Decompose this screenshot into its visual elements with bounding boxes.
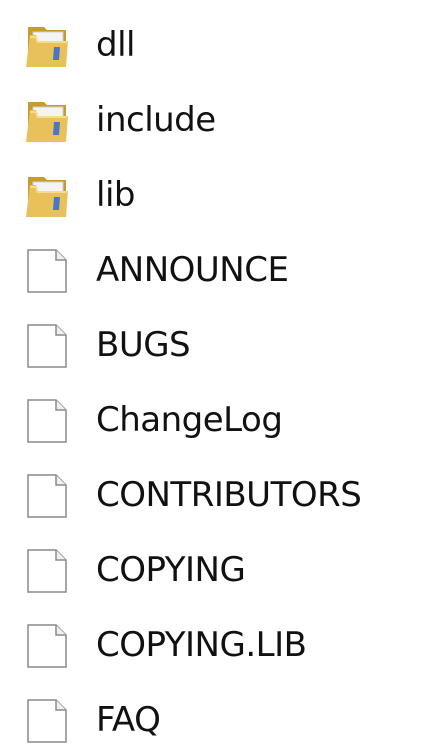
file-icon — [22, 615, 72, 675]
item-name: ChangeLog — [96, 400, 283, 440]
item-name: BUGS — [96, 325, 191, 365]
file-list: dll include lib ANNOUNCE BUGS ChangeLog … — [0, 0, 429, 755]
item-name: lib — [96, 175, 135, 215]
folder-icon — [22, 90, 72, 150]
item-name: COPYING — [96, 550, 246, 590]
folder-icon — [22, 15, 72, 75]
list-item-copying-lib[interactable]: COPYING.LIB — [0, 615, 429, 675]
list-item-lib[interactable]: lib — [0, 165, 429, 225]
list-item-include[interactable]: include — [0, 90, 429, 150]
item-name: ANNOUNCE — [96, 250, 289, 290]
file-icon — [22, 465, 72, 525]
list-item-copying[interactable]: COPYING — [0, 540, 429, 600]
list-item-bugs[interactable]: BUGS — [0, 315, 429, 375]
file-icon — [22, 690, 72, 750]
file-icon — [22, 315, 72, 375]
folder-icon — [22, 165, 72, 225]
item-name: CONTRIBUTORS — [96, 475, 362, 515]
list-item-contributors[interactable]: CONTRIBUTORS — [0, 465, 429, 525]
file-icon — [22, 540, 72, 600]
list-item-faq[interactable]: FAQ — [0, 690, 429, 750]
file-icon — [22, 240, 72, 300]
file-icon — [22, 390, 72, 450]
item-name: dll — [96, 25, 135, 65]
item-name: include — [96, 100, 216, 140]
item-name: FAQ — [96, 700, 161, 740]
item-name: COPYING.LIB — [96, 625, 307, 665]
list-item-announce[interactable]: ANNOUNCE — [0, 240, 429, 300]
list-item-dll[interactable]: dll — [0, 15, 429, 75]
list-item-changelog[interactable]: ChangeLog — [0, 390, 429, 450]
